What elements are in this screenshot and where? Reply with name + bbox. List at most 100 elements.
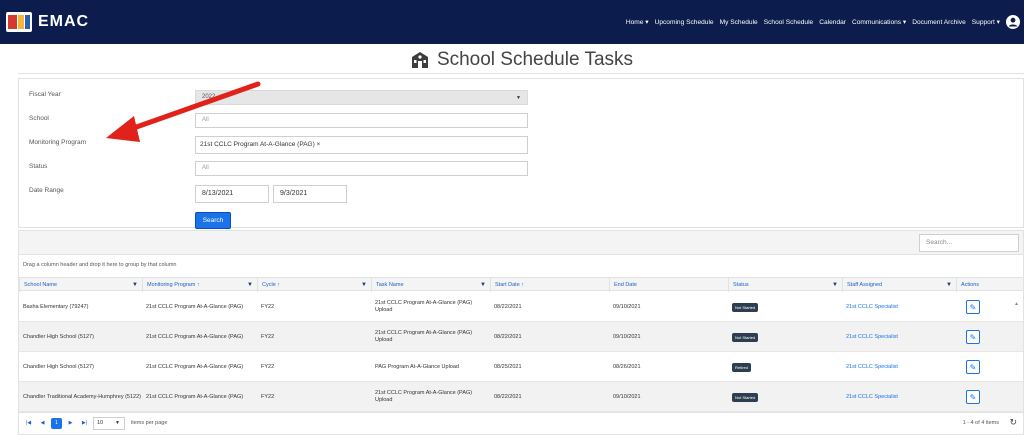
- edit-icon[interactable]: ✎: [966, 300, 980, 314]
- filter-icon[interactable]: ▼: [832, 278, 838, 292]
- column-header[interactable]: Task Name ▼: [371, 278, 490, 292]
- staff-link[interactable]: 21st CCLC Specialist: [846, 334, 898, 341]
- cell-text: 21st CCLC Program At-A-Glance (PAG): [146, 393, 244, 400]
- last-page-icon[interactable]: ▶|: [79, 418, 90, 429]
- column-header[interactable]: End Date: [609, 278, 728, 292]
- filter-icon[interactable]: ▼: [361, 278, 367, 292]
- user-icon[interactable]: [1006, 15, 1020, 29]
- filter-icon[interactable]: ▼: [946, 278, 952, 292]
- start-date-input[interactable]: 8/13/2021: [195, 185, 269, 203]
- edit-icon[interactable]: ✎: [966, 360, 980, 374]
- staff-link[interactable]: 21st CCLC Specialist: [846, 394, 898, 401]
- column-header-label: End Date: [614, 282, 637, 288]
- annotation-arrow-icon: [106, 81, 261, 142]
- next-page-icon[interactable]: ▶: [65, 418, 76, 429]
- cell-text: 21st CCLC Program At-A-Glance (PAG) Uplo…: [375, 300, 473, 313]
- cell-text: 08/26/2021: [613, 363, 641, 370]
- cell-text: 08/22/2021: [494, 303, 522, 310]
- table-row[interactable]: Chandler High School (5127) 21st CCLC Pro…: [19, 352, 1023, 382]
- cell-staff: 21st CCLC Specialist: [842, 352, 956, 382]
- nav-item[interactable]: School Schedule: [764, 19, 814, 26]
- cell-text: FY22: [261, 333, 275, 340]
- column-header-label: Task Name: [376, 282, 404, 288]
- cell-status: Not Started: [728, 322, 842, 352]
- cell-end: 09/10/2021: [609, 322, 728, 352]
- filter-icon[interactable]: ▼: [132, 278, 138, 292]
- cell-text: PAG Program At-A-Glance Upload: [375, 363, 459, 370]
- page-size-select[interactable]: 10 ▼: [93, 417, 125, 430]
- brand-logo[interactable]: EMAC: [6, 12, 89, 32]
- logo-icon: [6, 12, 32, 32]
- nav-item[interactable]: Support ▾: [972, 18, 1000, 26]
- cell-cycle: FY22: [257, 382, 371, 412]
- cell-end: 08/26/2021: [609, 352, 728, 382]
- cell-staff: 21st CCLC Specialist: [842, 382, 956, 412]
- cell-task: PAG Program At-A-Glance Upload: [371, 352, 490, 382]
- school-icon: [411, 51, 428, 68]
- cell-start: 08/25/2021: [490, 352, 609, 382]
- prev-page-icon[interactable]: ◀: [37, 418, 48, 429]
- grid-header: School Name ▼ Monitoring Program ↑ ▼ Cycle ↑…: [19, 277, 1023, 292]
- column-header[interactable]: Actions: [956, 278, 1006, 292]
- column-header-label: Status: [733, 282, 749, 288]
- status-input[interactable]: All: [195, 161, 528, 176]
- staff-link[interactable]: 21st CCLC Specialist: [846, 304, 898, 311]
- first-page-icon[interactable]: |◀: [23, 418, 34, 429]
- table-row[interactable]: Basha Elementary (79247) 21st CCLC Progra…: [19, 292, 1023, 322]
- cell-program: 21st CCLC Program At-A-Glance (PAG): [142, 382, 257, 412]
- search-button[interactable]: Search: [195, 212, 231, 229]
- column-header-label: School Name: [24, 282, 58, 288]
- cell-start: 08/22/2021: [490, 382, 609, 412]
- staff-link[interactable]: 21st CCLC Specialist: [846, 364, 898, 371]
- cell-program: 21st CCLC Program At-A-Glance (PAG): [142, 322, 257, 352]
- column-header[interactable]: Start Date ↑: [490, 278, 609, 292]
- nav-item[interactable]: Document Archive: [912, 19, 966, 26]
- cell-start: 08/22/2021: [490, 322, 609, 352]
- cell-text: Chandler High School (5127): [23, 333, 94, 340]
- cell-text: FY22: [261, 363, 275, 370]
- column-header-label: Actions: [961, 282, 980, 288]
- cell-text: 09/10/2021: [613, 333, 641, 340]
- cell-status: Not Started: [728, 382, 842, 412]
- nav-item[interactable]: My Schedule: [720, 19, 758, 26]
- column-header[interactable]: Status ▼: [728, 278, 842, 292]
- page-number[interactable]: 1: [51, 418, 62, 429]
- grid-search-input[interactable]: Search... ⚲: [919, 234, 1019, 252]
- column-header-label: Cycle ↑: [262, 282, 281, 288]
- nav-menu: Home ▾ Upcoming Schedule My Schedule School…: [626, 0, 1000, 44]
- nav-item[interactable]: Calendar: [819, 19, 846, 26]
- table-row[interactable]: Chandler High School (5127) 21st CCLC Pro…: [19, 322, 1023, 352]
- cell-end: 09/10/2021: [609, 292, 728, 322]
- cell-staff: 21st CCLC Specialist: [842, 292, 956, 322]
- edit-icon[interactable]: ✎: [966, 330, 980, 344]
- grid-toolbar: Search... ⚲: [19, 231, 1023, 255]
- column-header[interactable]: Staff Assigned ▼: [842, 278, 956, 292]
- nav-item[interactable]: Home ▾: [626, 18, 649, 26]
- column-header[interactable]: Monitoring Program ↑ ▼: [142, 278, 257, 292]
- column-header[interactable]: Cycle ↑ ▼: [257, 278, 371, 292]
- cell-program: 21st CCLC Program At-A-Glance (PAG): [142, 352, 257, 382]
- cell-school: Chandler High School (5127): [19, 322, 142, 352]
- cell-task: 21st CCLC Program At-A-Glance (PAG) Uplo…: [371, 382, 490, 412]
- refresh-icon[interactable]: ↻: [1009, 417, 1017, 428]
- tasks-grid: Search... ⚲ Drag a column header and dro…: [18, 230, 1024, 435]
- table-row[interactable]: Chandler Traditional Academy-Humphrey (5…: [19, 382, 1023, 412]
- page-title: School Schedule Tasks: [409, 49, 633, 71]
- cell-text: Basha Elementary (79247): [23, 303, 89, 310]
- nav-item[interactable]: Upcoming Schedule: [655, 19, 714, 26]
- status-badge: Not Started: [732, 332, 759, 342]
- cell-text: FY22: [261, 303, 275, 310]
- cell-text: Chandler Traditional Academy-Humphrey (5…: [23, 393, 142, 400]
- edit-icon[interactable]: ✎: [966, 390, 980, 404]
- pager-info: 1 - 4 of 4 items: [962, 420, 999, 426]
- cell-status: Retired: [728, 352, 842, 382]
- cell-actions: ✎: [962, 322, 980, 352]
- chevron-down-icon: ▼: [115, 420, 120, 426]
- column-header[interactable]: School Name ▼: [19, 278, 142, 292]
- end-date-input[interactable]: 9/3/2021: [273, 185, 347, 203]
- status-badge: Not Started: [732, 302, 759, 312]
- grid-search-placeholder: Search...: [926, 239, 953, 246]
- filter-icon[interactable]: ▼: [247, 278, 253, 292]
- filter-icon[interactable]: ▼: [480, 278, 486, 292]
- nav-item[interactable]: Communications ▾: [852, 18, 906, 26]
